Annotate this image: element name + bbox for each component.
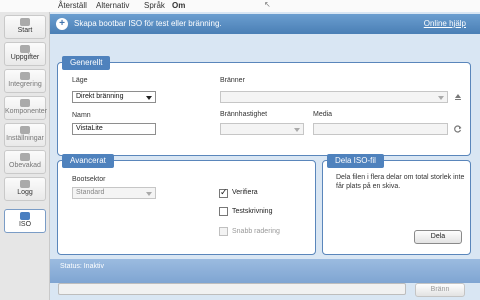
sidebar-item-unattended[interactable]: Obevakad xyxy=(4,150,46,174)
general-group: Generellt Läge Direkt bränning Bränner N… xyxy=(57,56,471,156)
name-input[interactable]: VistaLite xyxy=(72,123,156,135)
media-label: Media xyxy=(313,111,333,118)
split-button[interactable]: Dela xyxy=(414,230,462,244)
speed-select[interactable] xyxy=(220,123,304,135)
cursor-icon: ↖ xyxy=(264,0,271,9)
main-panel: + Skapa bootbar ISO för test eller bränn… xyxy=(50,12,480,300)
chevron-down-icon xyxy=(438,96,444,100)
chevron-down-icon xyxy=(294,128,300,132)
media-field xyxy=(313,123,448,135)
testwrite-label: Testskrivning xyxy=(232,208,273,215)
sidebar-item-start[interactable]: Start xyxy=(4,15,46,39)
mode-select[interactable]: Direkt bränning xyxy=(72,91,156,103)
settings-icon xyxy=(20,126,30,134)
testwrite-checkbox[interactable] xyxy=(219,207,228,216)
burner-select[interactable] xyxy=(220,91,448,103)
bootsector-select[interactable]: Standard xyxy=(72,187,156,199)
general-legend: Generellt xyxy=(62,56,111,70)
sidebar-item-log[interactable]: Logg xyxy=(4,177,46,201)
chevron-down-icon xyxy=(146,96,152,100)
name-value: VistaLite xyxy=(76,125,103,132)
sidebar-item-label: ISO xyxy=(18,221,32,228)
sidebar-item-settings[interactable]: Inställningar xyxy=(4,123,46,147)
bootsector-label: Bootsektor xyxy=(72,176,106,183)
start-icon xyxy=(20,18,30,26)
sidebar-item-label: Integrering xyxy=(8,81,42,88)
sidebar-item-components[interactable]: Komponenter xyxy=(4,96,48,120)
sidebar-item-label: Logg xyxy=(17,189,33,196)
sidebar-item-label: Komponenter xyxy=(5,108,48,115)
unattended-icon xyxy=(20,153,30,161)
plus-icon: + xyxy=(56,18,68,30)
sidebar-item-label: Obevakad xyxy=(9,162,41,169)
status-text: Status: Inaktiv xyxy=(60,263,104,270)
menu-item-reset[interactable]: Återställ xyxy=(58,1,87,10)
page-title: Skapa bootbar ISO för test eller brännin… xyxy=(74,19,222,28)
advanced-group: Avancerat Bootsektor Standard Verifiera … xyxy=(57,154,316,255)
iso-icon xyxy=(20,212,30,220)
sidebar-item-iso[interactable]: ISO xyxy=(4,209,46,233)
burn-button[interactable]: Bränn xyxy=(415,283,465,297)
verify-checkbox[interactable] xyxy=(219,187,228,198)
chevron-down-icon xyxy=(146,192,152,196)
status-bar: Status: Inaktiv xyxy=(50,259,480,283)
sidebar-item-label: Uppgifter xyxy=(10,54,40,61)
quickerase-checkbox[interactable] xyxy=(219,227,228,236)
online-help-link[interactable]: Online hjälp xyxy=(424,19,466,28)
burner-label: Bränner xyxy=(220,77,245,84)
quickerase-label: Snabb radering xyxy=(232,228,280,235)
verify-label: Verifiera xyxy=(232,189,258,196)
split-legend: Dela ISO-fil xyxy=(327,154,384,168)
sidebar-item-tasks[interactable]: Uppgifter xyxy=(4,42,46,66)
sidebar: Start Uppgifter Integrering Komponenter … xyxy=(0,12,50,300)
split-description: Dela filen i flera delar om total storle… xyxy=(336,174,465,190)
log-icon xyxy=(20,180,30,188)
split-group: Dela ISO-fil Dela filen i flera delar om… xyxy=(322,154,471,255)
name-label: Namn xyxy=(72,112,91,119)
eject-icon[interactable] xyxy=(454,93,462,101)
components-icon xyxy=(20,99,30,107)
menu-item-language[interactable]: Språk xyxy=(144,1,165,10)
menu-item-options[interactable]: Alternativ xyxy=(96,1,129,10)
sidebar-item-label: Inställningar xyxy=(6,135,44,142)
menu-item-about[interactable]: Om xyxy=(172,1,185,10)
menu-bar: Återställ Alternativ Språk Om ↖ xyxy=(0,0,480,12)
refresh-icon[interactable] xyxy=(454,125,462,133)
bootsector-value: Standard xyxy=(76,189,105,196)
sidebar-item-label: Start xyxy=(17,27,33,34)
integration-icon xyxy=(20,72,30,80)
progress-bar xyxy=(58,283,406,295)
page-header: + Skapa bootbar ISO för test eller bränn… xyxy=(50,14,480,34)
mode-value: Direkt bränning xyxy=(76,93,124,100)
sidebar-item-integration[interactable]: Integrering xyxy=(4,69,46,93)
tasks-icon xyxy=(20,45,30,53)
advanced-legend: Avancerat xyxy=(62,154,114,168)
mode-label: Läge xyxy=(72,77,88,84)
speed-label: Brännhastighet xyxy=(220,111,268,118)
